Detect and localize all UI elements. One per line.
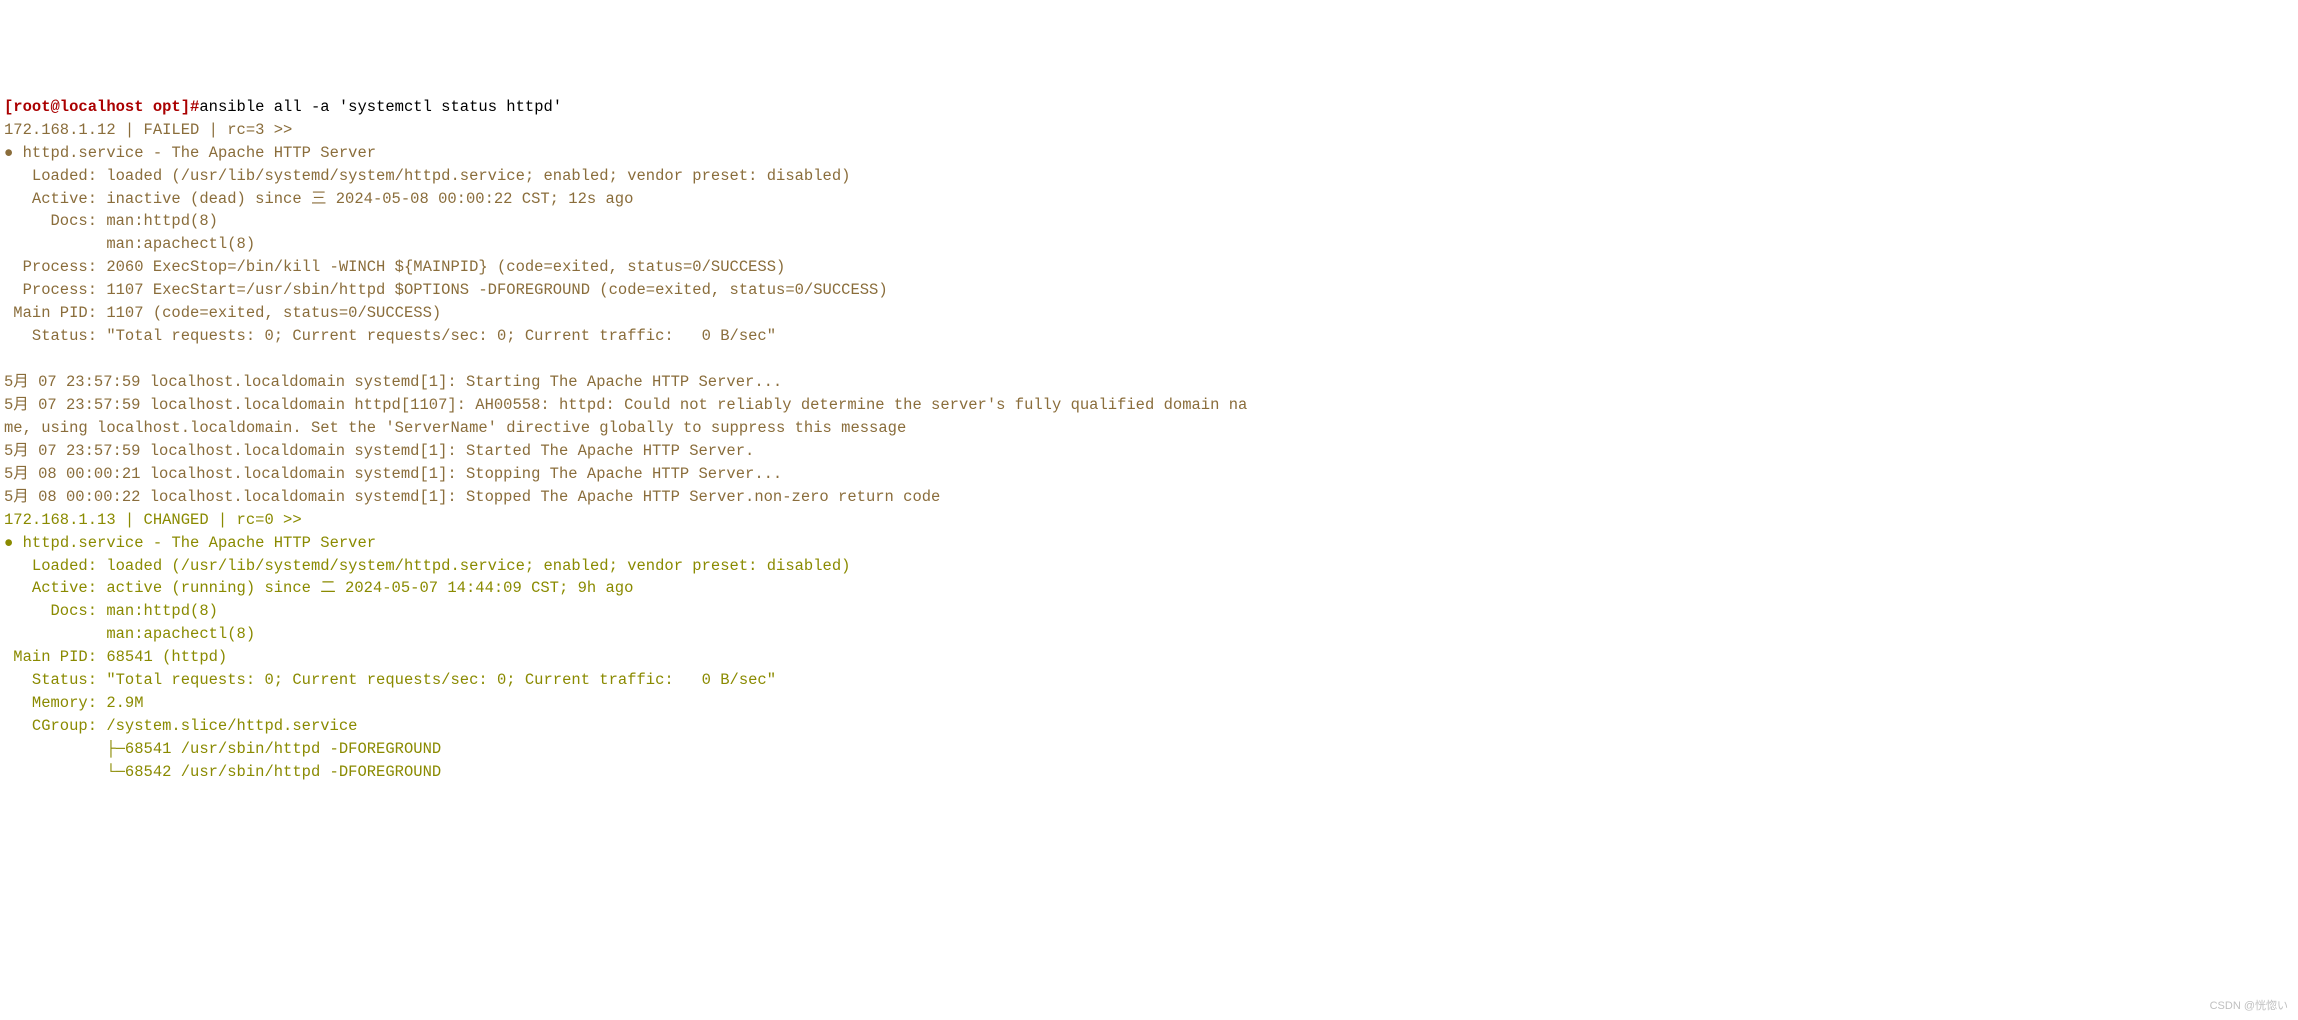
watermark: CSDN @恍惚い (2210, 998, 2288, 1014)
host2-header: 172.168.1.13 | CHANGED | rc=0 >> (4, 511, 302, 529)
host1-loaded: Loaded: loaded (/usr/lib/systemd/system/… (4, 167, 850, 185)
host2-loaded: Loaded: loaded (/usr/lib/systemd/system/… (4, 557, 850, 575)
host1-proc2: Process: 1107 ExecStart=/usr/sbin/httpd … (4, 281, 888, 299)
host1-service-line: httpd.service - The Apache HTTP Server (13, 144, 376, 162)
host2-cgroup-child: └─68542 /usr/sbin/httpd -DFOREGROUND (4, 763, 441, 781)
host2-docs2: man:apachectl(8) (4, 625, 255, 643)
host1-docs2: man:apachectl(8) (4, 235, 255, 253)
host1-log-line: me, using localhost.localdomain. Set the… (4, 419, 906, 437)
host1-log-line: 5月 07 23:57:59 localhost.localdomain sys… (4, 442, 754, 460)
host1-log-line: 5月 07 23:57:59 localhost.localdomain sys… (4, 373, 782, 391)
host1-log-line: 5月 07 23:57:59 localhost.localdomain htt… (4, 396, 1247, 414)
host2-service-line: httpd.service - The Apache HTTP Server (13, 534, 376, 552)
host1-header: 172.168.1.12 | FAILED | rc=3 >> (4, 121, 292, 139)
host2-docs1: Docs: man:httpd(8) (4, 602, 218, 620)
host1-log-line: 5月 08 00:00:21 localhost.localdomain sys… (4, 465, 782, 483)
host2-active: Active: active (running) since 二 2024-05… (4, 579, 633, 597)
host2-mainpid: Main PID: 68541 (httpd) (4, 648, 227, 666)
shell-command: ansible all -a 'systemctl status httpd' (199, 98, 562, 116)
terminal-output: [root@localhost opt]#ansible all -a 'sys… (4, 96, 2294, 784)
host1-log-line: 5月 08 00:00:22 localhost.localdomain sys… (4, 488, 940, 506)
host2-memory: Memory: 2.9M (4, 694, 144, 712)
host1-docs1: Docs: man:httpd(8) (4, 212, 218, 230)
host2-cgroup-child: ├─68541 /usr/sbin/httpd -DFOREGROUND (4, 740, 441, 758)
host1-active: Active: inactive (dead) since 三 2024-05-… (4, 190, 633, 208)
host2-status: Status: "Total requests: 0; Current requ… (4, 671, 776, 689)
host1-status: Status: "Total requests: 0; Current requ… (4, 327, 776, 345)
status-dot-icon: ● (4, 144, 13, 162)
shell-prompt: [root@localhost opt]# (4, 98, 199, 116)
host1-mainpid: Main PID: 1107 (code=exited, status=0/SU… (4, 304, 441, 322)
host2-cgroup: CGroup: /system.slice/httpd.service (4, 717, 357, 735)
status-dot-icon: ● (4, 534, 13, 552)
host1-proc1: Process: 2060 ExecStop=/bin/kill -WINCH … (4, 258, 785, 276)
